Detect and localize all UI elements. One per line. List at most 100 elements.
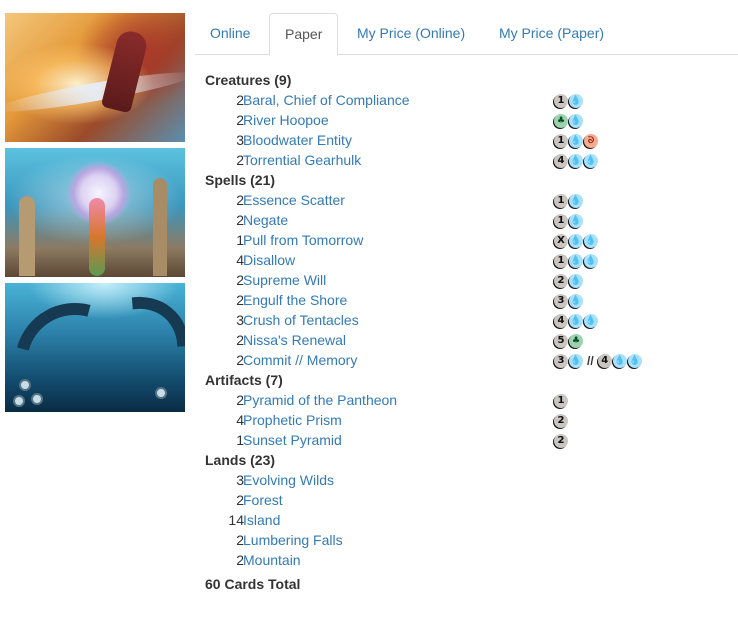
price-tabs: Online Paper My Price (Online) My Price … [195,13,738,56]
card-row: 14 Island [205,510,735,530]
card-link[interactable]: Disallow [243,250,295,270]
card-quantity: 2 [236,112,244,128]
blue-mana-icon: 💧 [612,353,627,368]
generic-mana-icon: 1 [554,213,568,228]
mana-cost: 4 💧 💧 [554,153,599,168]
card-link[interactable]: Mountain [243,550,301,570]
card-link[interactable]: Pyramid of the Pantheon [243,390,397,410]
mana-cost: 1 💧 [554,193,584,208]
art-sucker [31,393,43,405]
blue-mana-icon: 💧 [569,293,583,308]
generic-mana-icon: 1 [554,393,568,408]
blue-mana-icon: 💧 [569,233,583,248]
card-link[interactable]: Lumbering Falls [243,530,343,550]
card-art-tentacles [5,283,185,412]
card-quantity: 2 [236,192,244,208]
card-link[interactable]: Island [243,510,280,530]
section-heading: Artifacts (7) [205,372,283,388]
card-art-orb [5,148,185,277]
blue-mana-icon: 💧 [569,113,583,128]
card-link[interactable]: Crush of Tentacles [243,310,359,330]
card-art-column [5,13,185,418]
blue-mana-icon: 💧 [569,273,583,288]
card-row: 2 River Hoopoe ♣ 💧 [205,110,735,130]
generic-mana-icon: 5 [554,333,568,348]
card-link[interactable]: Negate [243,210,288,230]
cards-total: 60 Cards Total [205,576,301,592]
blue-mana-icon: 💧 [584,233,598,248]
mana-cost: 2 💧 [554,273,584,288]
art-tower [19,196,35,276]
card-link[interactable]: Bloodwater Entity [243,130,352,150]
generic-mana-icon: 1 [554,193,568,208]
blue-mana-icon: 💧 [569,213,583,228]
card-link[interactable]: Torrential Gearhulk [243,150,361,170]
card-link[interactable]: Prophetic Prism [243,410,342,430]
card-link[interactable]: Essence Scatter [243,190,345,210]
card-quantity: 2 [236,532,244,548]
tab-my-price-paper[interactable]: My Price (Paper) [484,13,619,55]
card-link[interactable]: Baral, Chief of Compliance [243,90,410,110]
generic-mana-icon: 2 [554,433,568,448]
card-quantity: 2 [236,352,244,368]
section-heading: Creatures (9) [205,72,292,88]
card-link[interactable]: Pull from Tomorrow [243,230,363,250]
card-quantity: 2 [236,92,244,108]
generic-mana-icon: 1 [554,133,568,148]
blue-mana-icon: 💧 [627,353,642,368]
art-tower [153,178,167,276]
mana-cost: 3 💧 [554,293,584,308]
card-link[interactable]: Forest [243,490,283,510]
mana-cost: 1 [554,393,569,408]
card-quantity: 3 [236,472,244,488]
card-link[interactable]: Evolving Wilds [243,470,334,490]
card-quantity: 3 [236,132,244,148]
card-link[interactable]: River Hoopoe [243,110,329,130]
card-row: 2 Torrential Gearhulk 4 💧 💧 [205,150,735,170]
card-link[interactable]: Nissa's Renewal [243,330,346,350]
split-separator: // [587,353,594,368]
card-row: 2 Pyramid of the Pantheon 1 [205,390,735,410]
card-quantity: 3 [236,312,244,328]
card-quantity: 1 [236,432,244,448]
card-row: 2 Essence Scatter 1 💧 [205,190,735,210]
mana-cost: 1 💧 [554,213,584,228]
card-row: 2 Negate 1 💧 [205,210,735,230]
mana-cost: 1 💧 💧 [554,253,599,268]
mana-cost: ♣ 💧 [554,113,584,128]
card-row: 1 Pull from Tomorrow X 💧 💧 [205,230,735,250]
art-sucker [19,379,31,391]
blue-mana-icon: 💧 [584,153,598,168]
generic-mana-icon: 2 [554,413,568,428]
art-stem [89,198,105,276]
blue-mana-icon: 💧 [569,313,583,328]
card-quantity: 4 [236,412,244,428]
card-row: 4 Disallow 1 💧 💧 [205,250,735,270]
generic-mana-icon: 2 [554,273,568,288]
tab-paper[interactable]: Paper [269,13,339,56]
card-row: 2 Supreme Will 2 💧 [205,270,735,290]
card-row: 3 Bloodwater Entity 1 💧 ᘐ [205,130,735,150]
card-link[interactable]: Engulf the Shore [243,290,347,310]
card-quantity: 2 [236,272,244,288]
mana-cost: X 💧 💧 [554,233,599,248]
tab-my-price-online[interactable]: My Price (Online) [342,13,480,55]
green-mana-icon: ♣ [554,113,568,128]
card-row: 2 Commit // Memory 3 💧//4 💧 💧 [205,350,735,370]
generic-mana-icon: 1 [554,253,568,268]
card-row: 1 Sunset Pyramid 2 [205,430,735,450]
tab-online[interactable]: Online [195,13,265,55]
card-art-baral [5,13,185,142]
card-quantity: 2 [236,552,244,568]
generic-mana-icon: 4 [554,153,568,168]
green-mana-icon: ♣ [569,333,583,348]
card-link[interactable]: Sunset Pyramid [243,430,342,450]
card-link[interactable]: Supreme Will [243,270,326,290]
card-link[interactable]: Commit // Memory [243,350,357,370]
mana-cost: 2 [554,433,569,448]
mana-cost: 2 [554,413,569,428]
mana-cost: 4 💧 💧 [554,313,599,328]
blue-mana-icon: 💧 [584,253,598,268]
card-quantity: 2 [236,332,244,348]
card-row: 3 Evolving Wilds [205,470,735,490]
